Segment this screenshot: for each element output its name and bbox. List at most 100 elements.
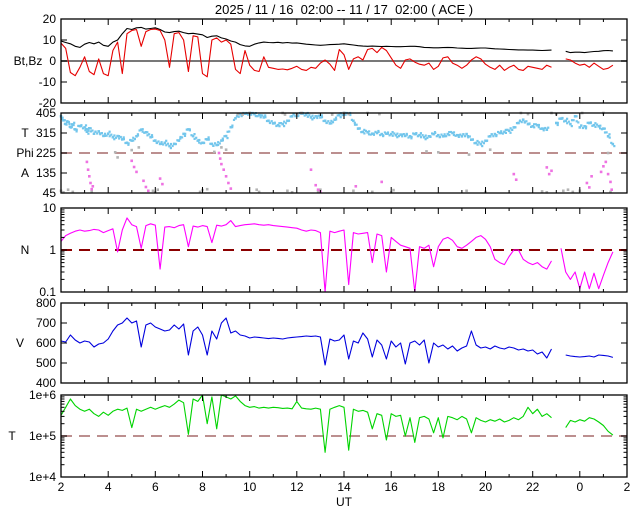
data-dot: [512, 172, 516, 176]
data-dot: [377, 130, 380, 134]
data-dot: [96, 132, 99, 135]
data-dot: [142, 179, 145, 183]
data-dot: [308, 114, 311, 117]
panel-axis-label: Phi: [16, 146, 33, 160]
data-dot: [424, 134, 427, 137]
panel-axis-label: T: [21, 126, 29, 140]
data-dot: [465, 189, 468, 193]
data-dot: [339, 116, 342, 119]
data-dot: [525, 120, 528, 123]
data-dot: [405, 133, 408, 136]
data-dot: [222, 168, 225, 171]
data-dot: [419, 136, 423, 139]
data-dot: [287, 119, 291, 122]
data-dot: [284, 122, 287, 125]
data-dot: [72, 123, 75, 127]
data-dot: [278, 125, 281, 128]
panel-frame: [60, 112, 628, 194]
data-dot: [73, 121, 76, 124]
data-dot: [556, 121, 559, 124]
data-dot: [136, 134, 140, 137]
data-dot: [227, 181, 230, 185]
data-dot: [448, 134, 451, 137]
series-V: [60, 317, 614, 366]
data-dot: [84, 124, 88, 127]
data-dot: [415, 132, 418, 135]
data-dot: [148, 133, 151, 136]
data-dot: [577, 121, 580, 124]
data-dot: [309, 168, 313, 171]
data-dot: [438, 135, 441, 138]
data-dot: [566, 117, 569, 120]
data-dot: [452, 131, 456, 134]
data-dot: [425, 150, 428, 153]
data-dot: [368, 130, 371, 133]
data-dot: [391, 134, 394, 137]
data-dot: [352, 189, 355, 193]
data-dot: [160, 141, 163, 144]
x-tick-label: 16: [384, 480, 398, 494]
data-dot: [575, 115, 578, 118]
data-dot: [445, 135, 448, 138]
data-dot: [108, 130, 111, 133]
y-tick-label: 10: [43, 33, 57, 47]
data-dot: [396, 132, 399, 135]
plot-title: 2025 / 11 / 16 02:00 -- 11 / 17 02:00 ( …: [214, 2, 474, 17]
data-dot: [75, 128, 78, 131]
data-dot: [410, 135, 413, 138]
ace-solar-wind-plot: 2025 / 11 / 16 02:00 -- 11 / 17 02:00 ( …: [0, 0, 640, 512]
x-tick-label: 22: [526, 480, 540, 494]
data-dot: [203, 141, 206, 145]
data-dot: [316, 188, 320, 191]
data-dot: [270, 120, 273, 123]
y-tick-label: 1e+4: [29, 470, 56, 484]
data-dot: [468, 135, 471, 138]
y-tick-label: 1e+6: [29, 388, 56, 402]
data-dot: [580, 124, 583, 127]
data-dot: [80, 124, 83, 127]
y-tick-label: -10: [39, 75, 57, 89]
data-dot: [100, 132, 103, 135]
data-dot: [327, 120, 330, 123]
data-dot: [372, 133, 375, 136]
data-dot: [457, 135, 460, 138]
data-dot: [88, 175, 91, 178]
data-dot: [476, 143, 479, 146]
data-dot: [520, 121, 523, 124]
data-dot: [166, 142, 169, 145]
data-dot: [608, 136, 611, 139]
data-dot: [184, 132, 187, 135]
data-dot: [286, 189, 289, 193]
data-dot: [218, 157, 222, 160]
data-dot: [603, 127, 606, 130]
data-dot: [429, 135, 432, 138]
data-dot: [311, 114, 314, 117]
data-dot: [224, 148, 228, 151]
data-dot: [169, 147, 172, 150]
x-tick-label: 8: [199, 480, 206, 494]
data-dot: [490, 133, 493, 136]
y-tick-label: 500: [36, 356, 56, 370]
data-dot: [462, 133, 465, 136]
data-dot: [198, 138, 201, 142]
panel-axis-label: A: [21, 166, 29, 180]
data-dot: [220, 162, 223, 166]
plot-canvas: 20100-10-20Bt,Bz40531522513545TPhiA1010.…: [8, 12, 630, 494]
data-dot: [606, 151, 610, 155]
data-dot: [320, 116, 324, 119]
data-dot: [528, 122, 531, 125]
data-dot: [434, 132, 437, 135]
panel-axis-label: Bt,Bz: [14, 54, 43, 68]
data-dot: [486, 139, 489, 142]
data-dot: [91, 185, 95, 188]
y-tick-label: 1: [49, 243, 56, 257]
data-dot: [613, 145, 616, 148]
data-dot: [141, 128, 144, 131]
data-dot: [437, 151, 440, 154]
y-tick-label: 1e+5: [29, 429, 56, 443]
data-dot: [241, 113, 244, 116]
data-dot: [135, 170, 138, 174]
data-dot: [606, 172, 610, 176]
x-axis-label: UT: [336, 495, 352, 509]
data-dot: [471, 138, 474, 141]
